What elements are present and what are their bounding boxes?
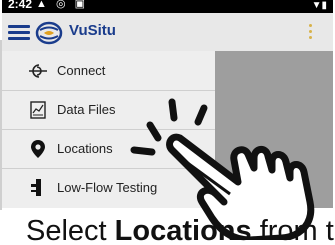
status-notification-icons: ▲ ◎ ▣ [36,0,88,10]
hamburger-icon[interactable] [8,25,30,41]
status-signal-icons: ▼▮ [311,0,327,11]
status-bar: 2:42 ▲ ◎ ▣ ▼▮ [2,0,333,13]
connect-icon [28,61,48,81]
drawer-item-label: Connect [57,63,106,78]
app-bar: VuSitu [2,13,333,51]
caption-suffix: from the [259,215,335,245]
caption-highlight: Locations [114,215,252,245]
location-pin-icon [28,139,48,159]
app-title: VuSitu [69,22,116,39]
vusitu-logo-icon [35,21,63,45]
low-flow-pump-icon [28,178,48,198]
more-vert-icon[interactable] [307,22,313,44]
drawer-item-label: Locations [57,141,113,156]
instruction-caption: Select Locations from the [26,215,335,245]
caption-prefix: Select [26,215,115,245]
drawer-item-label: Data Files [57,102,116,117]
drawer-item-connect[interactable]: Connect [2,51,215,90]
status-time: 2:42 [8,0,33,11]
data-files-icon [28,100,48,120]
tutorial-screenshot: 2:42 ▲ ◎ ▣ ▼▮ VuSitu Connect Data Files … [0,0,335,245]
